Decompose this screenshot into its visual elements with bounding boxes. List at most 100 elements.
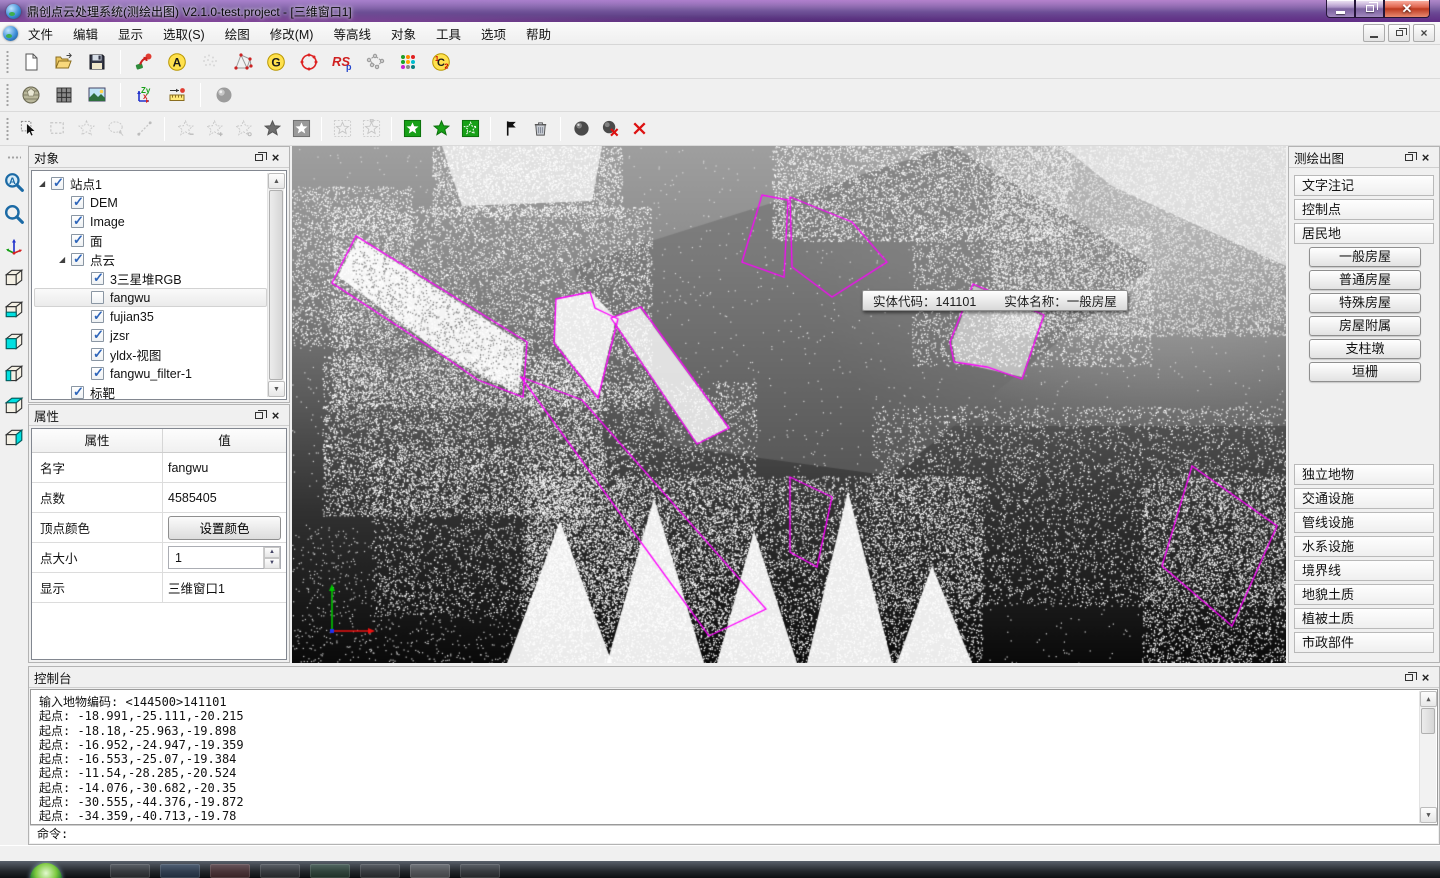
taskbar-item[interactable]	[360, 864, 400, 878]
save-icon[interactable]	[83, 48, 111, 76]
lasso-select-icon[interactable]	[102, 116, 128, 142]
toolbar-grip[interactable]	[5, 50, 10, 74]
taskbar-item[interactable]	[210, 864, 250, 878]
taskbar-item[interactable]	[310, 864, 350, 878]
console-panel-header[interactable]: 控制台 ×	[29, 667, 1439, 688]
g-circle-icon[interactable]: G	[262, 48, 290, 76]
house-type-button[interactable]: 房屋附属	[1309, 316, 1421, 336]
star-green-icon[interactable]	[428, 116, 454, 142]
checkbox[interactable]	[91, 310, 104, 323]
panel-float-button[interactable]	[1400, 670, 1417, 685]
house-type-button[interactable]: 支柱墩	[1309, 339, 1421, 359]
restore-button[interactable]	[1355, 0, 1384, 18]
image-view-icon[interactable]	[83, 81, 111, 109]
panel-float-button[interactable]	[250, 408, 267, 423]
line-select-icon[interactable]	[131, 116, 157, 142]
checkbox[interactable]	[91, 329, 104, 342]
mdi-close-button[interactable]: ×	[1413, 24, 1435, 42]
close-button[interactable]: ✕	[1384, 0, 1430, 18]
checkbox[interactable]	[71, 253, 84, 266]
trash-icon[interactable]	[527, 116, 553, 142]
mdi-system-menu-icon[interactable]	[3, 26, 18, 41]
minimize-button[interactable]	[1326, 0, 1355, 18]
expander-icon[interactable]: ◢	[39, 180, 49, 188]
panel-float-button[interactable]	[250, 150, 267, 165]
tree-item[interactable]: ◢ fangwu	[34, 288, 267, 307]
axes-origin-icon[interactable]	[2, 234, 26, 258]
menu-item[interactable]: 绘图	[215, 21, 260, 46]
view-cube-back-icon[interactable]	[2, 394, 26, 418]
command-input[interactable]: 命令:	[30, 825, 1438, 843]
select-cursor-icon[interactable]	[15, 116, 41, 142]
mdi-minimize-button[interactable]	[1363, 24, 1385, 42]
triangulate-mesh-icon[interactable]	[229, 48, 257, 76]
star-box-green-icon[interactable]	[399, 116, 425, 142]
house-type-button[interactable]: 特殊房屋	[1309, 293, 1421, 313]
star-filled-gray-icon[interactable]	[259, 116, 285, 142]
star-box-gray-icon[interactable]	[288, 116, 314, 142]
tree-item[interactable]: ◢ fujian35	[34, 307, 267, 326]
zoom-icon[interactable]	[2, 202, 26, 226]
box-star-a-icon[interactable]	[329, 116, 355, 142]
house-type-button[interactable]: 垣栅	[1309, 362, 1421, 382]
feature-group-button[interactable]: 控制点	[1294, 199, 1434, 220]
sphere-globe-icon[interactable]	[17, 81, 45, 109]
start-button[interactable]	[30, 863, 62, 878]
taskbar-item[interactable]	[160, 864, 200, 878]
distance-ruler-icon[interactable]	[163, 81, 191, 109]
set-color-button[interactable]: 设置颜色	[168, 516, 281, 540]
tree-item[interactable]: ◢ 标靶	[34, 383, 267, 400]
feature-group-button[interactable]: 市政部件	[1294, 632, 1434, 653]
view-cube-front-icon[interactable]	[2, 330, 26, 354]
tree-item[interactable]: ◢ fangwu_filter-1	[34, 364, 267, 383]
mapping-panel-header[interactable]: 测绘出图 ×	[1289, 147, 1439, 168]
point-cloud-dots-icon[interactable]	[196, 48, 224, 76]
delete-all-x-icon[interactable]	[626, 116, 652, 142]
feature-group-button[interactable]: 管线设施	[1294, 512, 1434, 533]
checkbox[interactable]	[51, 177, 64, 190]
rect-select-icon[interactable]	[44, 116, 70, 142]
feature-group-button[interactable]: 独立地物	[1294, 464, 1434, 485]
windows-taskbar[interactable]	[0, 861, 1440, 878]
menu-item[interactable]: 编辑	[63, 21, 108, 46]
measure-tool-icon[interactable]	[130, 48, 158, 76]
console-output[interactable]: 输入地物编码: <144500>141101起点: -18.991,-25.11…	[30, 689, 1438, 825]
scrollbar-thumb[interactable]	[269, 190, 283, 380]
tree-item[interactable]: ◢ 面	[34, 231, 267, 250]
stepper-up-icon[interactable]: ▲	[264, 547, 280, 558]
tree-item[interactable]: ◢ jzsr	[34, 326, 267, 345]
scroll-down-icon[interactable]: ▼	[1420, 807, 1437, 823]
menu-item[interactable]: 选项	[471, 21, 516, 46]
panel-close-button[interactable]: ×	[1417, 670, 1434, 685]
title-bar[interactable]: 鼎创点云处理系统(测绘出图) V2.1.0-test.project - [三维…	[0, 0, 1440, 22]
toolbar-grip[interactable]	[5, 83, 10, 107]
mdi-restore-button[interactable]	[1388, 24, 1410, 42]
menu-item[interactable]: 文件	[18, 21, 63, 46]
sphere-dark-icon[interactable]	[568, 116, 594, 142]
checkbox[interactable]	[71, 215, 84, 228]
polygon-select-icon[interactable]	[73, 116, 99, 142]
scrollbar-thumb[interactable]	[1421, 708, 1435, 734]
panel-close-button[interactable]: ×	[267, 408, 284, 423]
view-cube-bottom-icon[interactable]	[2, 298, 26, 322]
menu-item[interactable]: 修改(M)	[260, 21, 324, 46]
console-scrollbar[interactable]: ▲ ▼	[1419, 691, 1436, 823]
taskbar-item[interactable]	[110, 864, 150, 878]
stepper-down-icon[interactable]: ▼	[264, 558, 280, 569]
taskbar-item[interactable]	[410, 864, 450, 878]
panel-close-button[interactable]: ×	[1417, 150, 1434, 165]
view-cube-left-icon[interactable]	[2, 362, 26, 386]
taskbar-item[interactable]	[460, 864, 500, 878]
star-outline-c-icon[interactable]	[230, 116, 256, 142]
tree-item[interactable]: ◢ 点云	[34, 250, 267, 269]
scroll-down-icon[interactable]: ▼	[268, 381, 285, 397]
annotation-a-icon[interactable]: A	[163, 48, 191, 76]
registration-points-icon[interactable]	[361, 48, 389, 76]
menu-item[interactable]: 等高线	[323, 21, 381, 46]
feature-group-button[interactable]: 植被土质	[1294, 608, 1434, 629]
house-type-button[interactable]: 一般房屋	[1309, 247, 1421, 267]
checkbox[interactable]	[91, 272, 104, 285]
tree-item[interactable]: ◢ 站点1	[34, 174, 267, 193]
star-outline-b-icon[interactable]	[201, 116, 227, 142]
objects-panel-header[interactable]: 对象 ×	[29, 147, 289, 168]
